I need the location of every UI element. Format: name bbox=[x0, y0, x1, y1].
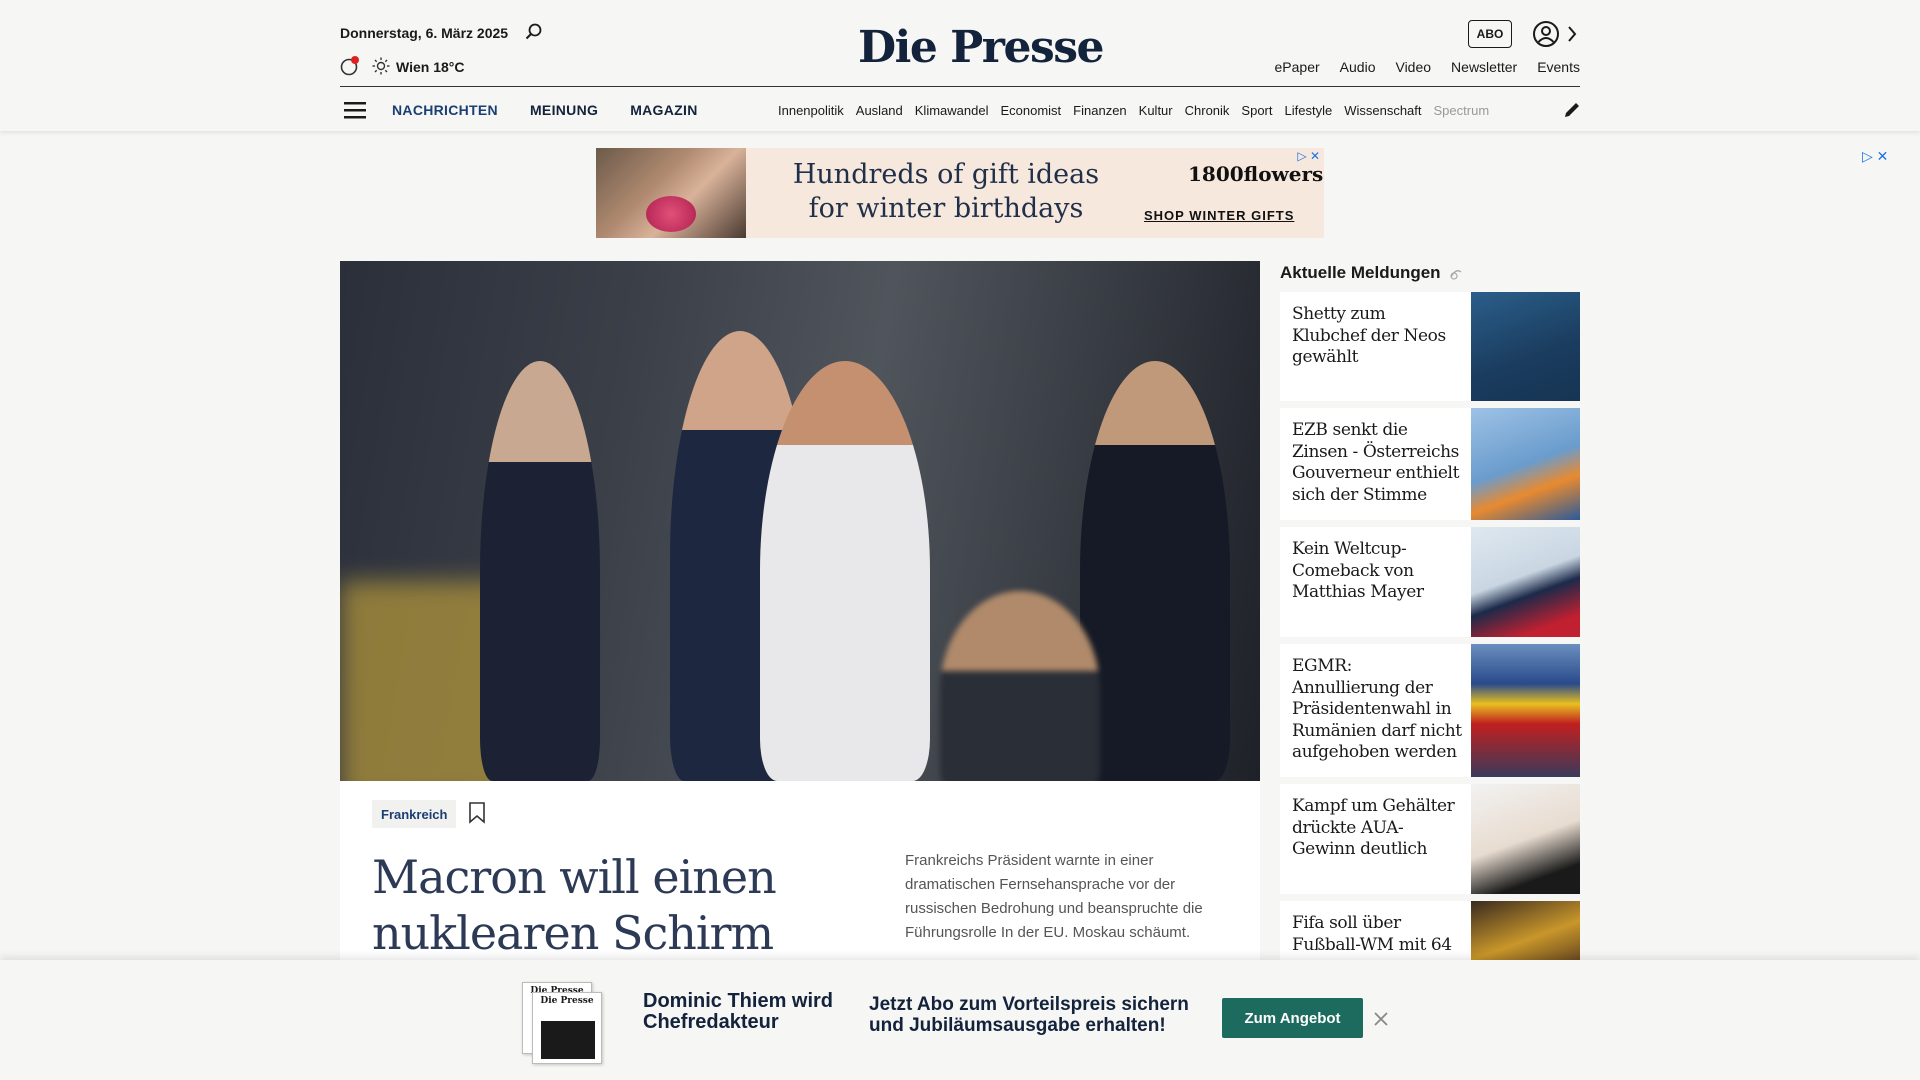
close-icon[interactable] bbox=[1372, 1010, 1390, 1028]
news-item-thumbnail[interactable] bbox=[1471, 901, 1580, 960]
section-sport[interactable]: Sport bbox=[1241, 103, 1272, 118]
section-nav: Innenpolitik Ausland Klimawandel Economi… bbox=[778, 103, 1546, 118]
ad-headline-line2: for winter birthdays bbox=[808, 193, 1084, 224]
search-icon[interactable] bbox=[524, 22, 544, 42]
news-item-title[interactable]: Shetty zum Klubchef der Neos gewählt bbox=[1292, 304, 1462, 369]
hero-image[interactable] bbox=[340, 261, 1260, 781]
news-item-title[interactable]: Kein Weltcup-Comeback von Matthias Mayer bbox=[1292, 539, 1462, 604]
hero-figure bbox=[1080, 361, 1230, 781]
main-nav: NACHRICHTEN MEINUNG MAGAZIN bbox=[392, 102, 698, 118]
newspaper-cover-photo bbox=[541, 1021, 595, 1059]
ad-brand-logo: 1800flowers.com bbox=[1188, 162, 1324, 186]
hero-figure bbox=[940, 591, 1100, 781]
news-item-title[interactable]: Fifa soll über Fußball-WM mit 64 bbox=[1292, 913, 1462, 956]
refresh-icon bbox=[1450, 270, 1462, 280]
user-account-icon[interactable] bbox=[1532, 20, 1560, 48]
section-lifestyle[interactable]: Lifestyle bbox=[1285, 103, 1333, 118]
notification-theme-icon[interactable] bbox=[340, 56, 360, 76]
section-finanzen[interactable]: Finanzen bbox=[1073, 103, 1126, 118]
news-item-thumbnail[interactable] bbox=[1471, 408, 1580, 520]
newspaper-masthead: Die Presse bbox=[540, 996, 594, 1006]
section-klimawandel[interactable]: Klimawandel bbox=[915, 103, 989, 118]
section-ausland[interactable]: Ausland bbox=[856, 103, 903, 118]
section-wissenschaft[interactable]: Wissenschaft bbox=[1344, 103, 1421, 118]
header-divider bbox=[340, 86, 1580, 87]
news-item[interactable]: Fifa soll über Fußball-WM mit 64 bbox=[1280, 901, 1580, 960]
pencil-edit-icon[interactable] bbox=[1562, 100, 1582, 120]
link-newsletter[interactable]: Newsletter bbox=[1451, 59, 1517, 75]
ad-choices-icon[interactable]: ▷ ✕ bbox=[1297, 149, 1320, 163]
section-economist[interactable]: Economist bbox=[1000, 103, 1061, 118]
ad-close-icon[interactable]: ▷ ✕ bbox=[1862, 148, 1888, 165]
article-teaser: Frankreichs Präsident warnte in einer dr… bbox=[905, 852, 1203, 941]
hero-figure bbox=[480, 361, 600, 781]
article-tag[interactable]: Frankreich bbox=[372, 800, 457, 828]
newspaper-stack-front: Die Presse bbox=[532, 992, 602, 1064]
nav-meinung[interactable]: MEINUNG bbox=[530, 102, 598, 118]
news-item-title[interactable]: EGMR: Annullierung der Präsidentenwahl i… bbox=[1292, 656, 1462, 764]
news-item[interactable]: Kein Weltcup-Comeback von Matthias Mayer bbox=[1280, 527, 1580, 637]
site-logo[interactable]: Die Presse bbox=[858, 22, 1104, 73]
news-item[interactable]: Shetty zum Klubchef der Neos gewählt bbox=[1280, 292, 1580, 401]
nav-magazin[interactable]: MAGAZIN bbox=[630, 102, 697, 118]
ad-headline: Hundreds of gift ideas for winter birthd… bbox=[786, 158, 1106, 226]
news-item[interactable]: EZB senkt die Zinsen - Österreichs Gouve… bbox=[1280, 408, 1580, 520]
news-item[interactable]: EGMR: Annullierung der Präsidentenwahl i… bbox=[1280, 644, 1580, 777]
promo-text: Jetzt Abo zum Vorteilspreis sichern und … bbox=[869, 994, 1189, 1036]
promo-headline: Dominic Thiem wird Chefredakteur bbox=[643, 990, 834, 1033]
ad-cta-link[interactable]: SHOP WINTER GIFTS bbox=[1144, 208, 1294, 223]
news-item-thumbnail[interactable] bbox=[1471, 292, 1580, 401]
link-epaper[interactable]: ePaper bbox=[1275, 59, 1320, 75]
subscription-promo-bar: Die Presse Die Presse Dominic Thiem wird… bbox=[0, 960, 1920, 1080]
current-date: Donnerstag, 6. März 2025 bbox=[340, 25, 509, 41]
header-inner: Donnerstag, 6. März 2025 Wien 18°C Die P… bbox=[340, 0, 1580, 131]
site-header: Donnerstag, 6. März 2025 Wien 18°C Die P… bbox=[0, 0, 1920, 131]
ad-headline-line1: Hundreds of gift ideas bbox=[792, 159, 1100, 190]
section-kultur[interactable]: Kultur bbox=[1139, 103, 1173, 118]
link-audio[interactable]: Audio bbox=[1340, 59, 1376, 75]
section-innenpolitik[interactable]: Innenpolitik bbox=[778, 103, 844, 118]
abo-button[interactable]: ABO bbox=[1468, 20, 1512, 48]
link-events[interactable]: Events bbox=[1537, 59, 1580, 75]
link-video[interactable]: Video bbox=[1395, 59, 1431, 75]
sun-icon bbox=[372, 57, 390, 75]
promo-offer-button[interactable]: Zum Angebot bbox=[1222, 998, 1363, 1038]
news-item-thumbnail[interactable] bbox=[1471, 784, 1580, 894]
sidebar-title: Aktuelle Meldungen bbox=[1280, 263, 1441, 282]
lead-article-card[interactable]: Frankreich Macron will einen nuklearen S… bbox=[340, 781, 1260, 1016]
section-chronik[interactable]: Chronik bbox=[1185, 103, 1230, 118]
newspaper-preview-image: Die Presse Die Presse bbox=[522, 982, 602, 1064]
news-item-title[interactable]: EZB senkt die Zinsen - Österreichs Gouve… bbox=[1292, 420, 1462, 506]
weather-readout[interactable]: Wien 18°C bbox=[396, 59, 465, 75]
nav-nachrichten[interactable]: NACHRICHTEN bbox=[392, 102, 498, 118]
section-spectrum[interactable]: Spectrum bbox=[1434, 103, 1490, 118]
news-item[interactable]: Kampf um Gehälter drückte AUA-Gewinn deu… bbox=[1280, 784, 1580, 894]
ad-banner[interactable]: Hundreds of gift ideas for winter birthd… bbox=[596, 148, 1324, 238]
news-item-thumbnail[interactable] bbox=[1471, 527, 1580, 637]
top-links: ePaper Audio Video Newsletter Events bbox=[1275, 59, 1580, 75]
hero-figure bbox=[760, 361, 930, 781]
bookmark-icon[interactable] bbox=[468, 802, 486, 824]
news-item-thumbnail[interactable] bbox=[1471, 644, 1580, 777]
chevron-right-icon[interactable] bbox=[1566, 24, 1578, 44]
ad-flowers-image bbox=[646, 196, 696, 232]
hamburger-menu-icon[interactable] bbox=[344, 100, 368, 120]
ad-photo bbox=[596, 148, 746, 238]
news-item-title[interactable]: Kampf um Gehälter drückte AUA-Gewinn deu… bbox=[1292, 796, 1462, 861]
